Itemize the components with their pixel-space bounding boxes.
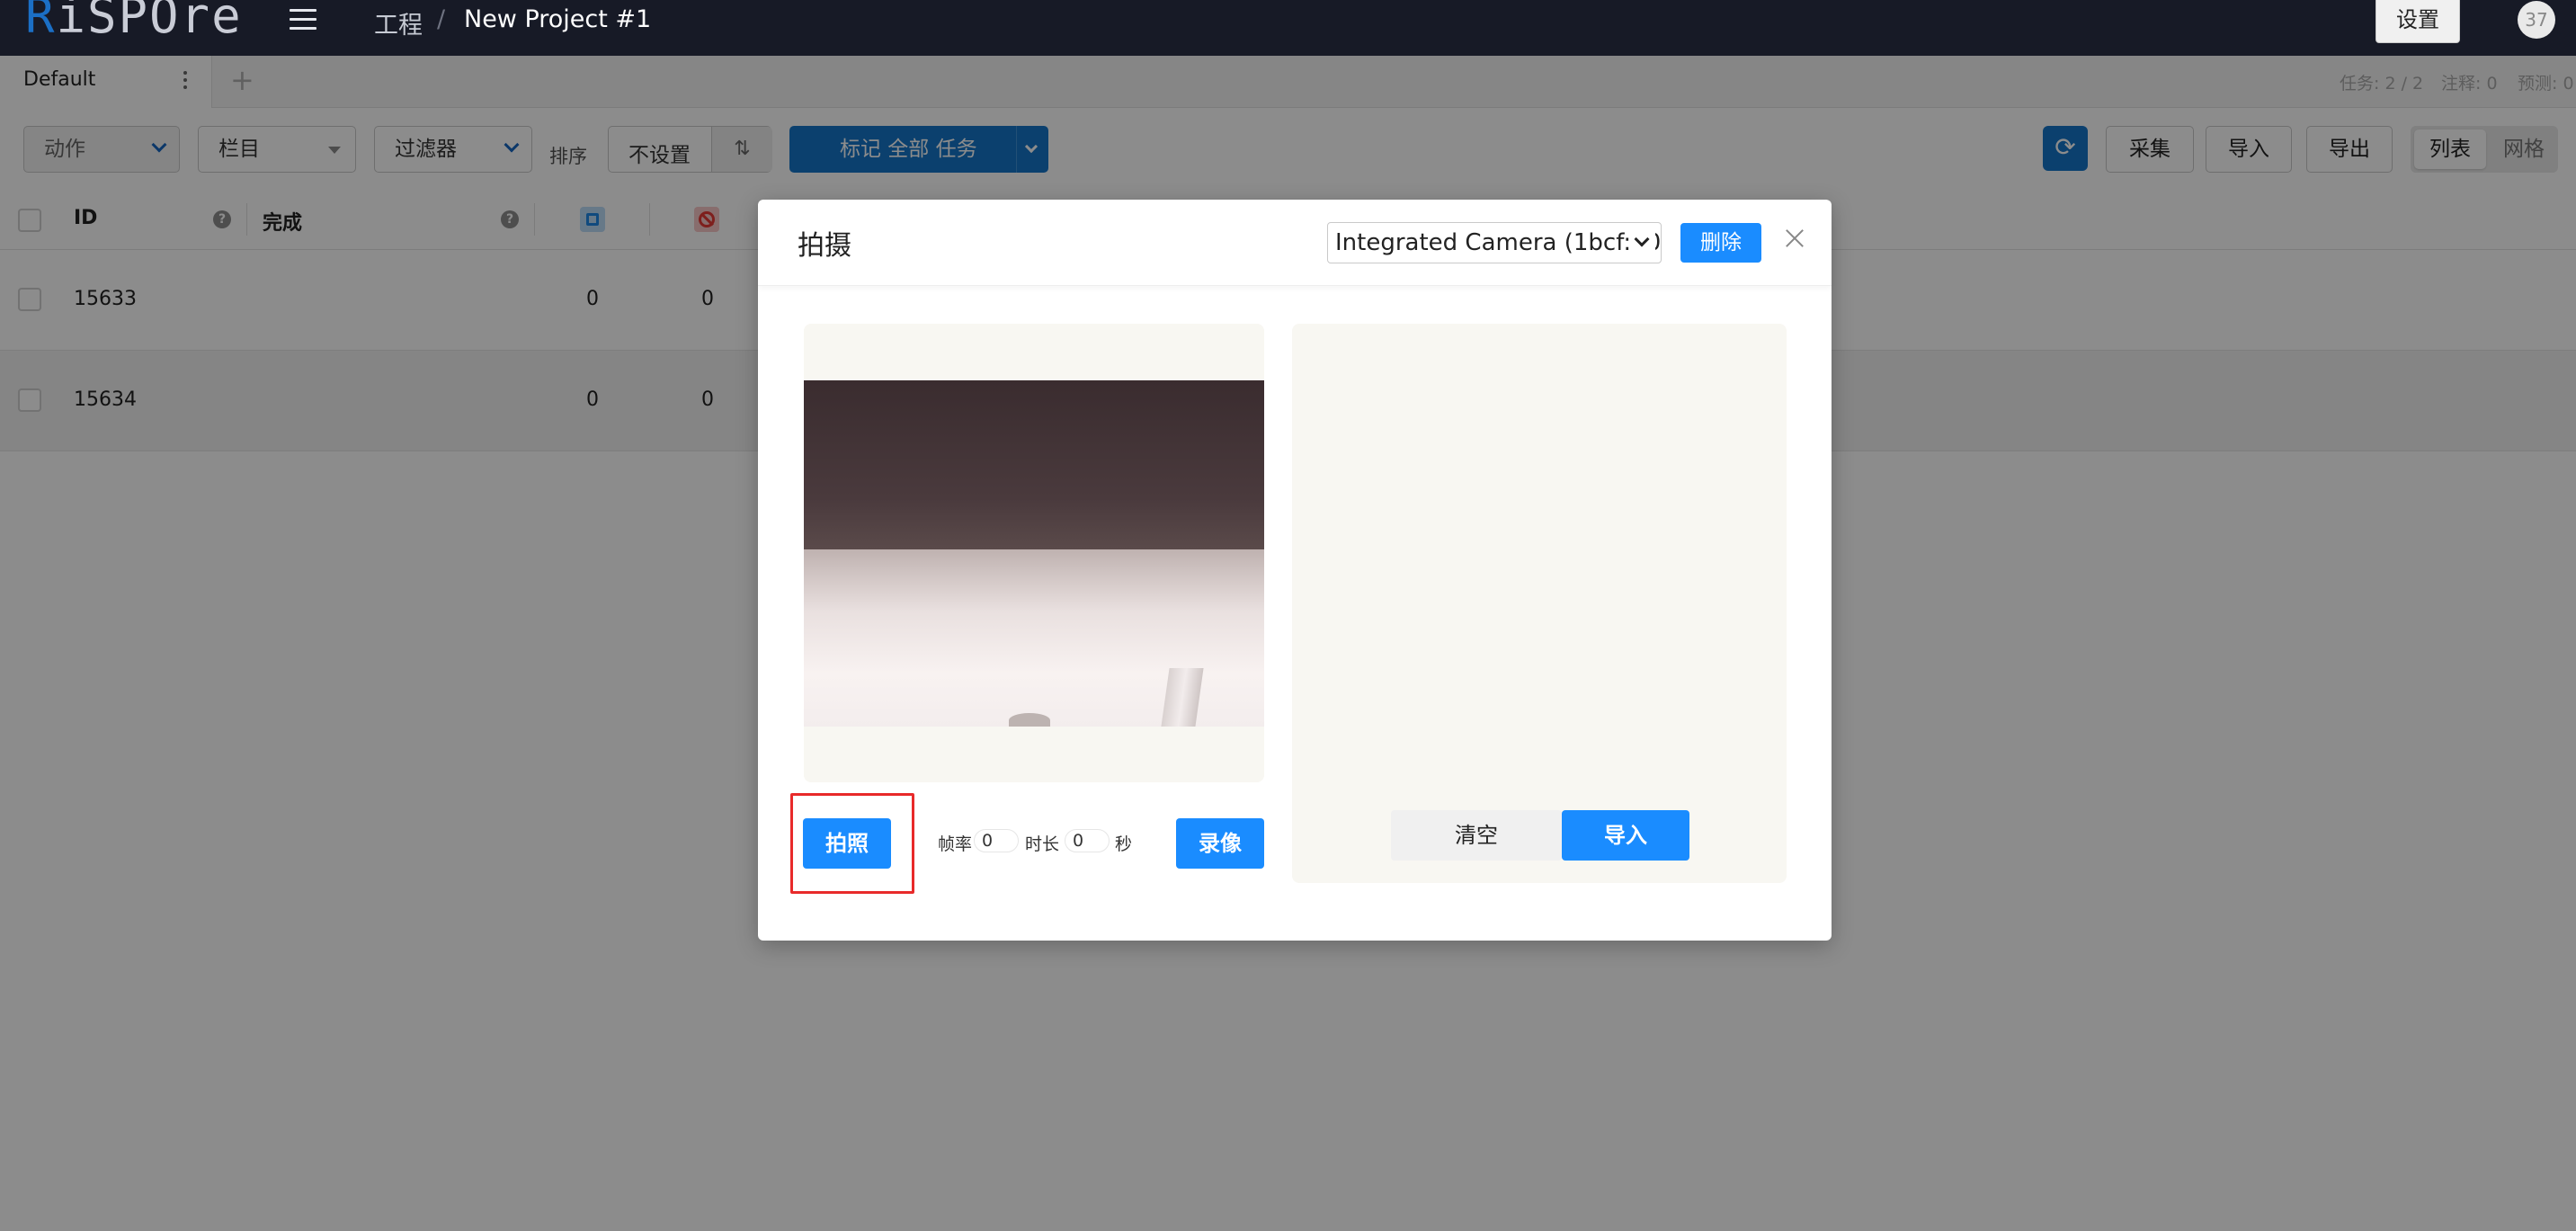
camera-feed-object xyxy=(1009,713,1050,727)
camera-live-view xyxy=(804,380,1264,727)
camera-preview-panel xyxy=(804,324,1264,782)
record-video-button[interactable]: 录像 xyxy=(1176,818,1264,869)
app-logo[interactable]: RiSPOre xyxy=(25,0,243,44)
seconds-label: 秒 xyxy=(1115,834,1133,854)
settings-button[interactable]: 设置 xyxy=(2375,0,2460,43)
framerate-input[interactable]: 0 xyxy=(974,829,1019,852)
capture-modal: 拍摄 Integrated Camera (1bcf:2080) 删除 拍照 帧… xyxy=(758,200,1832,941)
highlight-box xyxy=(790,793,914,894)
camera-feed-wall xyxy=(804,380,1264,549)
import-captures-button[interactable]: 导入 xyxy=(1562,810,1689,861)
delete-button[interactable]: 删除 xyxy=(1680,223,1761,263)
breadcrumb-separator: / xyxy=(437,5,446,33)
framerate-label: 帧率 xyxy=(938,834,973,854)
menu-icon[interactable] xyxy=(290,9,316,32)
camera-select[interactable]: Integrated Camera (1bcf:2080) xyxy=(1327,222,1662,263)
logo-letter: R xyxy=(25,0,57,44)
top-nav-bar: RiSPOre 工程 / New Project #1 设置 37 xyxy=(0,0,2576,56)
breadcrumb-project-name: New Project #1 xyxy=(464,5,652,33)
close-icon[interactable] xyxy=(1779,223,1812,255)
duration-label: 时长 xyxy=(1025,834,1060,854)
breadcrumb-projects[interactable]: 工程 xyxy=(374,5,423,40)
duration-input[interactable]: 0 xyxy=(1065,829,1110,852)
modal-header: 拍摄 Integrated Camera (1bcf:2080) 删除 xyxy=(758,200,1832,286)
avatar[interactable]: 37 xyxy=(2518,1,2555,39)
clear-button[interactable]: 清空 xyxy=(1391,810,1562,861)
modal-title: 拍摄 xyxy=(798,230,851,262)
chevron-down-icon xyxy=(1632,228,1655,257)
captured-results-panel: 清空 xyxy=(1292,324,1787,883)
camera-select-value: Integrated Camera (1bcf:2080) xyxy=(1335,229,1661,256)
logo-text: iSPOre xyxy=(56,0,243,44)
